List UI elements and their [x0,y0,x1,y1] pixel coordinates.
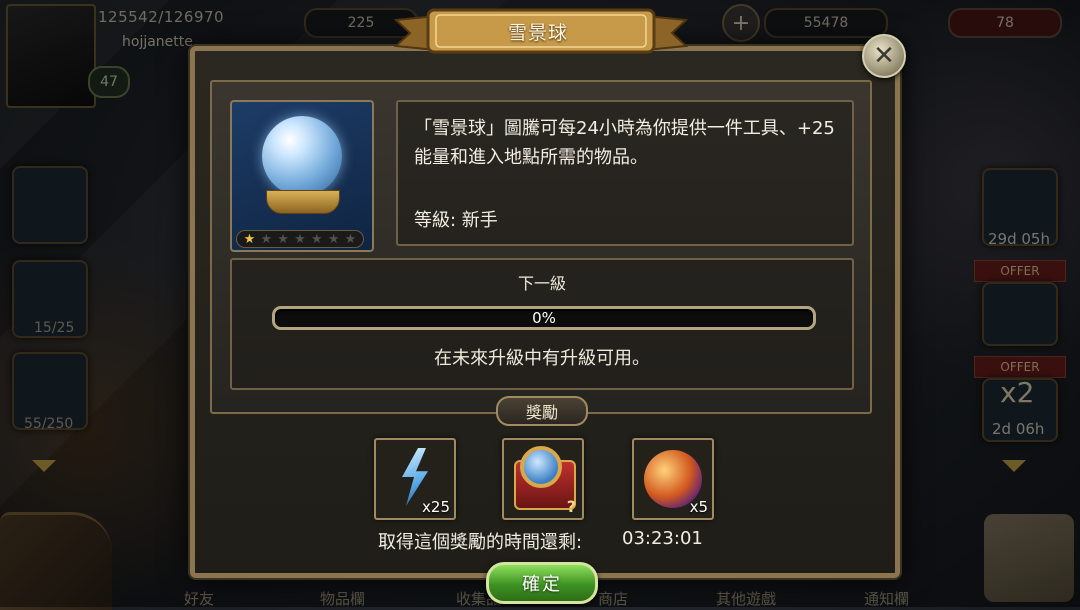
snow-globe-card: ★ ★ ★ ★ ★ ★ ★ [230,100,374,252]
reward-timer-value: 03:23:01 [622,528,703,549]
reward-mystery-chest[interactable]: ? [502,438,584,520]
item-level: 等級: 新手 [414,210,498,231]
star-empty-icon: ★ [260,231,273,247]
star-empty-icon: ★ [344,231,357,247]
snow-globe-icon [262,116,342,196]
star-empty-icon: ★ [327,231,340,247]
reward-timer-label: 取得這個獎勵的時間還剩: [378,532,583,553]
magnifier-icon [520,446,562,488]
reward-energy[interactable]: x25 [374,438,456,520]
close-button[interactable]: ✕ [862,34,906,78]
snow-globe-base [266,190,340,214]
reward-energy-qty: x25 [422,498,450,516]
next-level-note: 在未來升級中有升級可用。 [434,348,650,369]
rewards-header: 獎勵 [496,396,588,426]
dialog-title: 雪景球 [507,21,568,44]
confirm-button[interactable]: 確定 [486,562,598,604]
description-panel: 「雪景球」圖騰可每24小時為你提供一件工具、+25能量和進入地點所需的物品。 等… [396,100,854,246]
star-empty-icon: ★ [277,231,289,247]
title-ribbon: 雪景球 [388,6,694,58]
star-empty-icon: ★ [294,231,306,247]
star-filled-icon: ★ [243,231,256,247]
star-rating: ★ ★ ★ ★ ★ ★ ★ [236,230,364,248]
item-description: 「雪景球」圖騰可每24小時為你提供一件工具、+25能量和進入地點所需的物品。 [414,118,835,168]
reward-gems-qty: x5 [689,498,708,516]
question-mark-icon: ? [566,497,576,516]
upgrade-progress-bar: 0% [272,306,816,330]
reward-gems[interactable]: x5 [632,438,714,520]
star-empty-icon: ★ [310,231,323,247]
progress-label: 0% [532,309,556,327]
next-level-title: 下一級 [517,274,566,293]
next-level-panel: 下一級 0% 在未來升級中有升級可用。 [230,258,854,390]
